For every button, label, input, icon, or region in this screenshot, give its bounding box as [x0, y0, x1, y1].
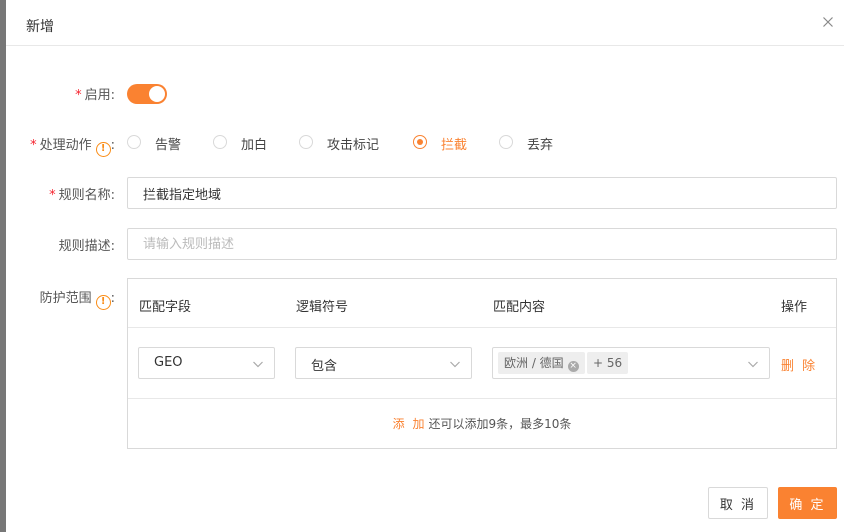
chevron-down-icon	[450, 361, 460, 368]
rule-desc-input[interactable]	[127, 228, 837, 260]
operator-select-value: 包含	[311, 359, 338, 374]
rule-desc-label: 规则描述:	[58, 239, 115, 254]
more-tag: + 56	[587, 352, 629, 374]
scope-label: 防护范围!:	[40, 287, 115, 310]
radio-circle	[499, 135, 513, 149]
radio-label: 告警	[155, 138, 182, 153]
enable-toggle[interactable]	[127, 84, 167, 104]
divider	[128, 398, 836, 399]
col-header-content: 匹配内容	[493, 300, 546, 315]
tag-close-icon[interactable]: ×	[567, 361, 579, 372]
close-icon[interactable]	[820, 14, 836, 30]
radio-circle	[413, 135, 427, 149]
required-mark: *	[49, 188, 56, 203]
radio-circle	[213, 135, 227, 149]
cancel-button[interactable]: 取 消	[708, 487, 768, 519]
radio-circle	[299, 135, 313, 149]
col-header-field: 匹配字段	[139, 300, 192, 315]
required-mark: *	[30, 138, 37, 153]
content-tag: 欧洲 / 德国 ×	[498, 352, 585, 374]
rule-name-label: * 规则名称:	[49, 188, 115, 203]
toggle-knob	[149, 86, 165, 102]
chevron-down-icon	[748, 361, 758, 368]
add-rule-modal: 新增 * 启用: * 处理动作!: 告警 加白 攻击标记 拦截 丢弃 * 规则名…	[6, 0, 844, 532]
confirm-button[interactable]: 确 定	[778, 487, 837, 519]
operator-select[interactable]: 包含	[295, 347, 472, 379]
scope-table: 匹配字段 逻辑符号 匹配内容 操作 GEO 包含 欧洲 / 德国 × + 56 删…	[127, 278, 837, 449]
add-row-link[interactable]: 添 加	[393, 417, 427, 431]
modal-header: 新增	[6, 0, 844, 46]
radio-circle	[127, 135, 141, 149]
field-select-value: GEO	[154, 355, 183, 370]
add-row-line: 添 加还可以添加9条，最多10条	[128, 415, 836, 432]
divider	[128, 327, 836, 328]
required-mark: *	[75, 88, 82, 103]
enable-label: * 启用:	[75, 88, 115, 103]
info-icon[interactable]: !	[95, 142, 111, 157]
action-label: * 处理动作!:	[30, 134, 115, 157]
radio-label: 丢弃	[527, 138, 554, 153]
radio-label: 加白	[241, 138, 268, 153]
col-header-operator: 逻辑符号	[296, 300, 349, 315]
radio-label: 攻击标记	[327, 138, 380, 153]
delete-row-link[interactable]: 删 除	[781, 355, 817, 374]
chevron-down-icon	[253, 361, 263, 368]
modal-title: 新增	[26, 19, 54, 35]
info-icon[interactable]: !	[95, 295, 111, 310]
content-multiselect[interactable]: 欧洲 / 德国 × + 56	[492, 347, 770, 379]
add-row-hint: 还可以添加9条，最多10条	[428, 417, 572, 431]
col-header-action: 操作	[781, 300, 808, 315]
radio-label: 拦截	[441, 138, 468, 153]
field-select[interactable]: GEO	[138, 347, 275, 379]
rule-name-input[interactable]	[127, 177, 837, 209]
